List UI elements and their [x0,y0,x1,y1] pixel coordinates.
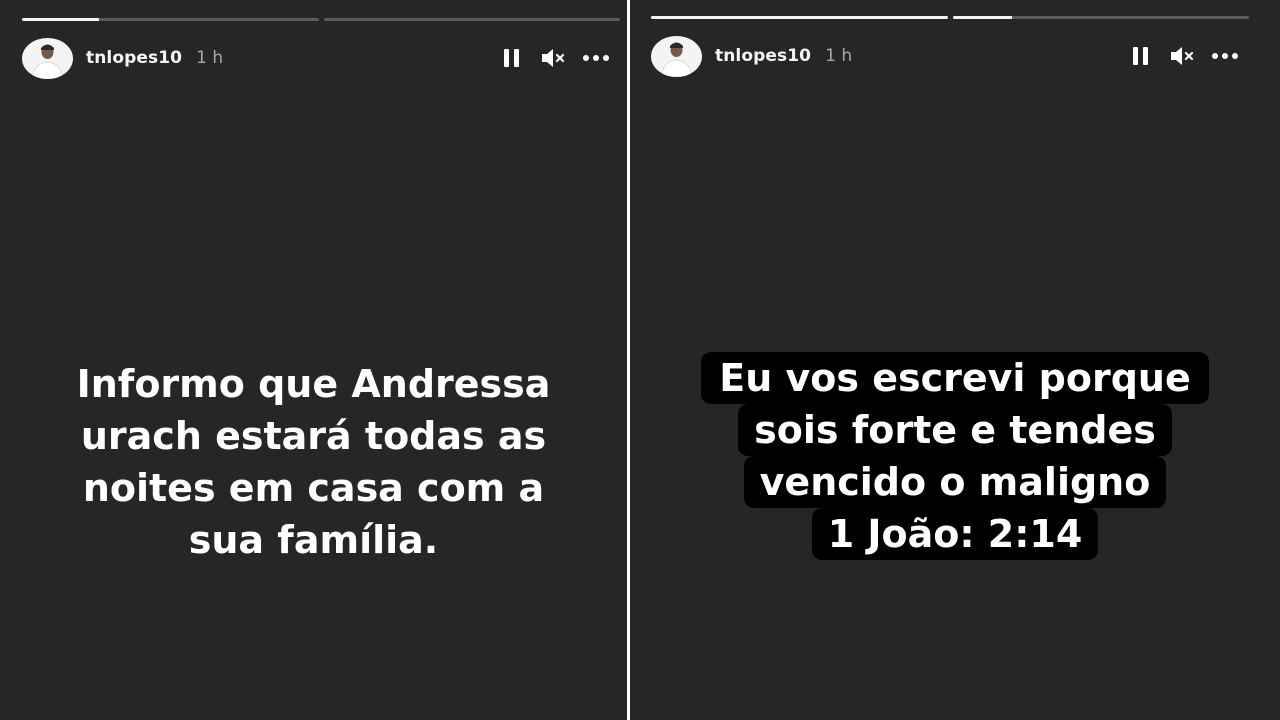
more-icon[interactable] [582,44,610,72]
avatar[interactable] [22,37,73,79]
progress-segment-2 [323,18,620,21]
story-panel-right[interactable]: tnlopes10 1 h Eu vos escrevi porque sois… [630,0,1280,720]
progress-segment-1 [22,18,319,21]
story-controls [1127,42,1239,70]
caption-line: 1 João: 2:14 [811,508,1099,560]
username[interactable]: tnlopes10 [715,46,811,66]
caption-line: Eu vos escrevi porque [701,352,1209,404]
story-text: Informo que Andressa urach estará todas … [76,362,551,562]
avatar[interactable] [651,35,702,77]
more-icon[interactable] [1211,42,1239,70]
avatar-person-icon [31,44,64,79]
caption-line: vencido o maligno [743,456,1167,508]
mute-icon[interactable] [1169,42,1197,70]
post-time: 1 h [196,48,224,68]
username[interactable]: tnlopes10 [86,48,182,68]
avatar-person-icon [660,42,693,77]
mute-icon[interactable] [540,44,568,72]
progress-segment-2 [952,16,1249,19]
story-progress-bar [651,16,1249,19]
progress-segment-1 [651,16,948,19]
story-header: tnlopes10 1 h [651,34,1239,78]
story-controls [498,44,610,72]
story-caption: Eu vos escrevi porque sois forte e tende… [630,352,1280,560]
post-time: 1 h [825,46,853,66]
story-progress-bar [22,18,620,21]
pause-icon[interactable] [1127,42,1155,70]
story-panel-left[interactable]: tnlopes10 1 h Informo que Andressa urach… [0,0,627,720]
pause-icon[interactable] [498,44,526,72]
caption-line: sois forte e tendes [738,404,1172,456]
story-header: tnlopes10 1 h [22,36,610,80]
